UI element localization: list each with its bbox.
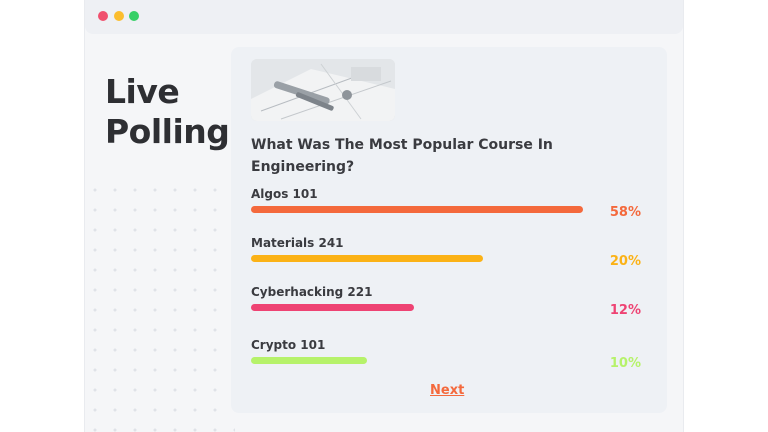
page-title-line-1: Live [105,72,180,111]
poll-option-percent: 10% [609,356,641,371]
poll-option[interactable]: Materials 241 20% [251,236,641,272]
poll-option-percent: 58% [609,205,641,220]
poll-option[interactable]: Crypto 101 10% [251,338,641,374]
poll-option-percent: 12% [609,303,641,318]
poll-result-track [251,206,583,213]
title-bar [85,0,683,34]
zoom-window-button[interactable] [129,11,139,21]
poll-result-bar [251,255,484,262]
poll-result-track [251,357,583,364]
poll-option-label: Materials 241 [251,236,344,250]
poll-option-label: Algos 101 [251,187,318,201]
engineering-drawing-illustration [251,59,395,121]
poll-result-track [251,255,583,262]
poll-result-bar [251,357,368,364]
app-window: Live Polling What Was The Most Popular C… [84,0,684,432]
next-link[interactable]: Next [430,383,464,398]
poll-question: What Was The Most Popular Course In Engi… [251,137,553,175]
poll-result-track [251,304,583,311]
poll-card: What Was The Most Popular Course In Engi… [231,47,667,413]
page-title: Live Polling [105,72,230,152]
engineering-drawing-image [251,59,395,121]
poll-option-percent: 20% [609,254,641,269]
minimize-window-button[interactable] [114,11,124,21]
close-window-button[interactable] [98,11,108,21]
poll-option-label: Cyberhacking 221 [251,285,373,299]
poll-option[interactable]: Algos 101 58% [251,187,641,223]
poll-option[interactable]: Cyberhacking 221 12% [251,285,641,321]
poll-result-bar [251,206,583,213]
poll-option-label: Crypto 101 [251,338,326,352]
page-title-line-2: Polling [105,112,230,151]
dot-pattern-decoration [85,180,235,432]
poll-result-bar [251,304,414,311]
